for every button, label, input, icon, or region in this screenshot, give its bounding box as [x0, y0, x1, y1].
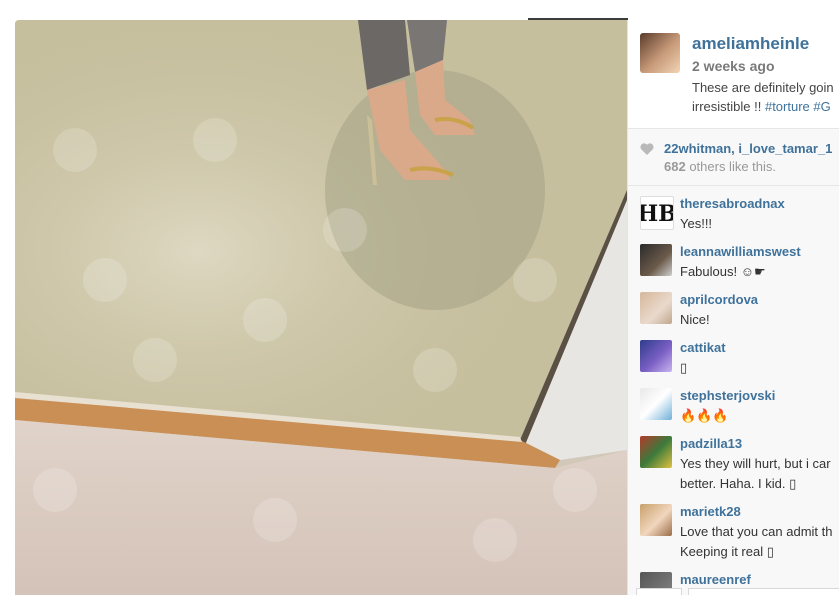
heart-icon[interactable]: [640, 143, 654, 155]
commenter-username[interactable]: padzilla13: [680, 436, 742, 451]
monogram-logo-icon: HB: [641, 201, 673, 227]
comment-text: Yes!!!: [680, 216, 713, 231]
commenter-avatar[interactable]: [640, 504, 672, 536]
photo-illustration: [15, 20, 627, 595]
comment-input-stub[interactable]: [688, 588, 839, 595]
commenter-username[interactable]: maureenref: [680, 572, 751, 587]
comment-text: Nice!: [680, 312, 710, 327]
likes-count[interactable]: 682: [664, 159, 686, 174]
caption-line-2: irresistible !! #torture #G: [692, 97, 839, 116]
commenter-username[interactable]: leannawilliamswest: [680, 244, 801, 259]
post-details-panel: ameliamheinle 2 weeks ago These are defi…: [627, 20, 839, 595]
hashtag-partial[interactable]: #G: [810, 99, 830, 114]
comment-text: 🔥🔥🔥: [680, 408, 729, 423]
post-caption: These are definitely goin irresistible !…: [692, 78, 839, 116]
commenter-avatar[interactable]: [640, 388, 672, 420]
likes-suffix: others like this.: [685, 159, 777, 174]
comment-text: Yes they will hurt, but i car better. Ha…: [680, 454, 839, 494]
comments-list: HB theresabroadnax Yes!!! leannawilliams…: [628, 186, 839, 595]
commenter-username[interactable]: cattikat: [680, 340, 726, 355]
owner-avatar[interactable]: [640, 33, 680, 73]
comment-text: Love that you can admit th Keeping it re…: [680, 522, 839, 562]
commenter-avatar[interactable]: HB: [640, 196, 674, 230]
commenter-username[interactable]: marietk28: [680, 504, 741, 519]
liker-names[interactable]: 22whitman, i_love_tamar_1: [664, 141, 832, 156]
comment-line-2: better. Haha. I kid. ▯: [680, 476, 797, 491]
caption-text: irresistible !!: [692, 99, 765, 114]
commenter-avatar[interactable]: [640, 292, 672, 324]
comment-text: Fabulous! ☺☛: [680, 264, 766, 279]
svg-text:HB: HB: [641, 201, 673, 227]
likes-section: 22whitman, i_love_tamar_1 682 others lik…: [628, 129, 839, 186]
commenter-avatar[interactable]: [640, 436, 672, 468]
commenter-avatar[interactable]: [640, 244, 672, 276]
owner-username[interactable]: ameliamheinle: [692, 34, 809, 54]
comment-button-stub[interactable]: [636, 588, 682, 595]
comment-text: ▯: [680, 360, 688, 375]
comment-line-2: Keeping it real ▯: [680, 544, 774, 559]
commenter-username[interactable]: stephsterjovski: [680, 388, 775, 403]
comment-line-1: Yes they will hurt, but i car: [680, 456, 831, 471]
likes-count-text: 682 others like this.: [664, 159, 776, 174]
commenter-username[interactable]: theresabroadnax: [680, 196, 785, 211]
comment-line-1: Love that you can admit th: [680, 524, 833, 539]
hashtag-torture[interactable]: #torture: [765, 99, 810, 114]
post-header: ameliamheinle 2 weeks ago These are defi…: [628, 20, 839, 129]
commenter-username[interactable]: aprilcordova: [680, 292, 758, 307]
post-photo[interactable]: [15, 20, 627, 595]
caption-line-1: These are definitely goin: [692, 80, 834, 95]
commenter-avatar[interactable]: [640, 340, 672, 372]
post-timestamp[interactable]: 2 weeks ago: [692, 58, 775, 74]
